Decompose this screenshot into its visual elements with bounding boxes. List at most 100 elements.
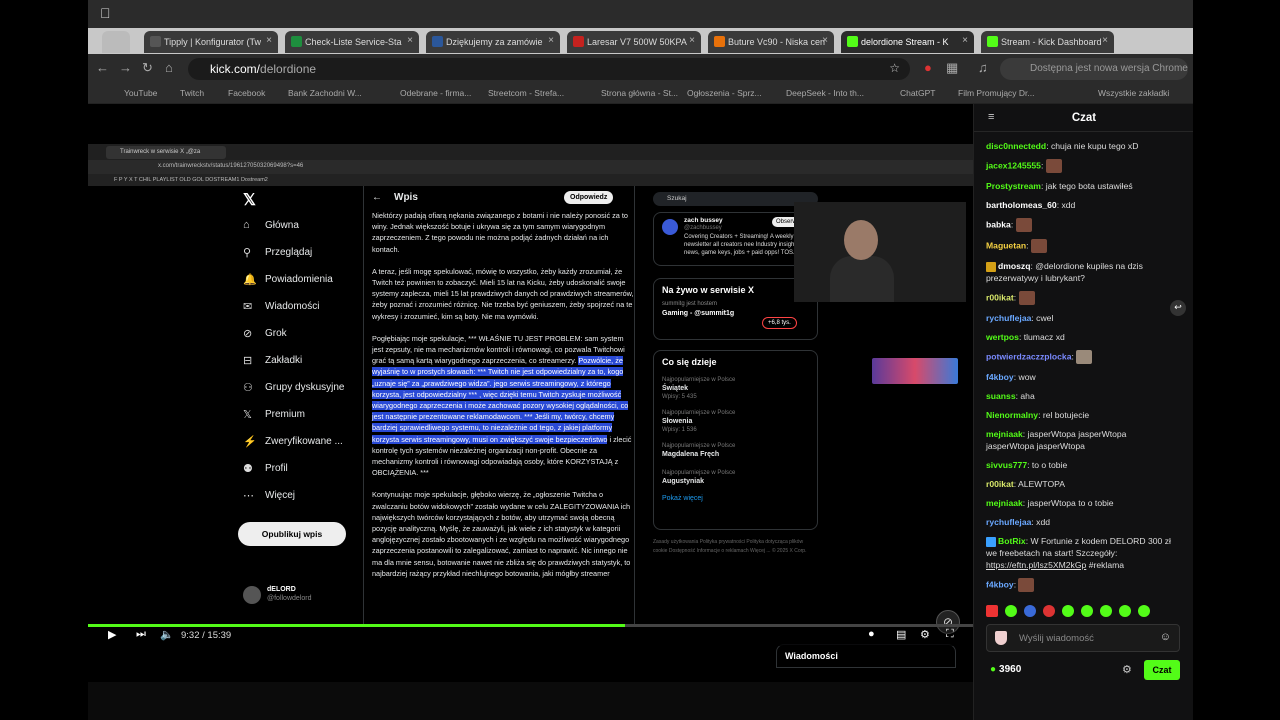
browser-tab[interactable]: Stream - Kick Dashboard ×	[981, 31, 1114, 53]
reload-icon[interactable]: ↻	[142, 60, 153, 76]
chat-username[interactable]: suanss	[986, 391, 1016, 401]
close-tab-icon[interactable]: ×	[822, 35, 828, 46]
send-chat-button[interactable]: Czat	[1144, 660, 1180, 680]
bookmark-star-icon[interactable]: ☆	[889, 61, 900, 75]
chat-username[interactable]: sivvus777	[986, 460, 1027, 470]
apple-icon[interactable]: 	[100, 5, 111, 21]
close-tab-icon[interactable]: ×	[407, 35, 413, 46]
media-icon[interactable]: ♫	[978, 60, 988, 75]
emote[interactable]	[1081, 605, 1093, 617]
chat-username[interactable]: r00ikat	[986, 479, 1014, 489]
trend-context: Najpopularniejsze w Polsce	[662, 443, 736, 449]
home-icon[interactable]: ⌂	[165, 60, 173, 75]
chat-link[interactable]: https://eftn.pl/lsz5XM2kGp	[986, 560, 1086, 570]
browser-tab[interactable]: Check-Liste Service-Sta ×	[285, 31, 419, 53]
bookmark-item[interactable]: DeepSeek - Into th...	[786, 88, 864, 98]
close-tab-icon[interactable]: ×	[1102, 35, 1108, 46]
chat-username[interactable]: babka	[986, 219, 1011, 229]
bookmark-item[interactable]: Film Promujący Dr...	[958, 88, 1035, 98]
chat-username[interactable]: Nienormalny	[986, 410, 1038, 420]
x-nav-label: Główna	[265, 220, 299, 231]
emote[interactable]	[1024, 605, 1036, 617]
browser-tab[interactable]: Tipply | Konfigurator (Tw ×	[144, 31, 278, 53]
chat-settings-icon[interactable]: ⚙	[1122, 663, 1132, 676]
account-handle: @followdelord	[267, 595, 312, 602]
bookmark-item[interactable]: YouTube	[124, 88, 157, 98]
chat-input[interactable]: Wyślij wiadomość ☺	[986, 624, 1180, 652]
chat-username[interactable]: f4kboy	[986, 372, 1014, 382]
chat-username[interactable]: mejniaak	[986, 429, 1023, 439]
play-icon[interactable]: ▶	[108, 628, 116, 641]
bookmark-item[interactable]: ChatGPT	[900, 88, 935, 98]
extension-icon[interactable]: ●	[924, 60, 932, 75]
bookmark-item[interactable]: Ogłoszenia - Sprz...	[687, 88, 762, 98]
bookmark-item[interactable]: Strona główna - St...	[601, 88, 678, 98]
chat-username[interactable]: rychuflejaa	[986, 313, 1031, 323]
browser-tab[interactable]: delordione Stream - K ×	[841, 31, 974, 53]
bookmark-item[interactable]: Wszystkie zakładki	[1098, 88, 1169, 98]
chat-username[interactable]: mejniaak	[986, 498, 1023, 508]
inner-tabstrip: Trainwreck w serwisie X „@za	[88, 144, 973, 160]
post-paragraph: Niektórzy padają ofiarą nękania związane…	[372, 211, 628, 254]
chrome-update-pill[interactable]: Dostępna jest nowa wersja Chrome	[1000, 58, 1188, 80]
bookmark-item[interactable]: Twitch	[180, 88, 204, 98]
chat-username[interactable]: Maguetan	[986, 240, 1026, 250]
settings-icon[interactable]: ⚙	[920, 628, 930, 641]
extensions-puzzle-icon[interactable]: ▦	[946, 60, 958, 76]
browser-tab[interactable]: Buture Vc90 - Niska cen ×	[708, 31, 834, 53]
chat-username[interactable]: r00ikat	[986, 292, 1014, 302]
bookmark-item[interactable]: Facebook	[228, 88, 265, 98]
close-tab-icon[interactable]: ×	[548, 35, 554, 46]
chat-text: #reklama	[1086, 560, 1125, 570]
chat-username[interactable]: potwierdzaczzplocka	[986, 351, 1071, 361]
chat-username[interactable]: Prostystream	[986, 181, 1041, 191]
chat-username[interactable]: disc0nnectedd	[986, 141, 1046, 151]
browser-tab[interactable]: Laresar V7 500W 50KPA ×	[567, 31, 701, 53]
bookmark-item[interactable]: Bank Zachodni W...	[288, 88, 362, 98]
emote[interactable]	[1062, 605, 1074, 617]
back-arrow-icon: ←	[372, 192, 382, 203]
live-count: +6,8 tys.	[762, 317, 797, 329]
scroll-to-bottom-icon[interactable]: ↩	[1170, 300, 1186, 316]
subtitles-icon[interactable]: ▤	[896, 628, 906, 641]
chat-username[interactable]: wertpos	[986, 332, 1019, 342]
emote[interactable]	[1119, 605, 1131, 617]
video-player[interactable]: Trainwreck w serwisie X „@za x.com/train…	[88, 104, 973, 682]
chat-username[interactable]: BotRix	[998, 536, 1026, 546]
bookmark-item[interactable]: Odebrane - firma...	[400, 88, 471, 98]
chat-username[interactable]: rychuflejaa	[986, 517, 1031, 527]
emoji-icon[interactable]: ☺	[1160, 631, 1171, 643]
emote[interactable]	[1100, 605, 1112, 617]
chat-username[interactable]: f4kboy	[986, 579, 1014, 589]
emote[interactable]	[1005, 605, 1017, 617]
address-bar[interactable]: kick.com/delordione ☆	[188, 58, 910, 80]
browser-tab[interactable]: Dziękujemy za zamówie ×	[426, 31, 560, 53]
autoplay-toggle[interactable]: ●	[868, 628, 875, 640]
chat-message: BotRix: W Fortunie z kodem DELORD 300 zł…	[986, 536, 1171, 570]
bookmark-item[interactable]: Streetcom - Strefa...	[488, 88, 564, 98]
chat-username[interactable]: dmoszq	[998, 261, 1030, 271]
forward-icon[interactable]: →	[119, 60, 132, 75]
favicon-icon	[150, 36, 161, 47]
back-icon[interactable]: ←	[96, 60, 109, 75]
fullscreen-icon[interactable]: ⛶	[946, 628, 954, 641]
x-nav-icon: ⚡	[243, 436, 257, 448]
chat-username[interactable]: bartholomeas_60	[986, 200, 1057, 210]
close-tab-icon[interactable]: ×	[689, 35, 695, 46]
next-icon[interactable]: ⏭	[136, 628, 146, 641]
close-tab-icon[interactable]: ×	[962, 35, 968, 46]
emote[interactable]	[986, 605, 998, 617]
emote[interactable]	[1043, 605, 1055, 617]
x-nav-label: Wiadomości	[265, 301, 320, 312]
tab-groups-icon[interactable]	[102, 31, 130, 53]
progress-bar[interactable]	[88, 624, 973, 627]
reply-button: Odpowiedz	[564, 191, 614, 204]
channel-points[interactable]: ● 3960	[990, 664, 1021, 675]
chat-username[interactable]: jacex1245555	[986, 160, 1041, 170]
volume-icon[interactable]: 🔈	[160, 628, 174, 641]
close-tab-icon[interactable]: ×	[266, 35, 272, 46]
live-title: Na żywo w serwisie X	[662, 285, 755, 295]
x-nav-icon: ⊘	[243, 328, 253, 340]
x-nav: ⌂ Główna ⚲ Przeglądaj 🔔 Powiadomienia ✉ Wiadomo…	[243, 216, 363, 513]
emote[interactable]	[1138, 605, 1150, 617]
